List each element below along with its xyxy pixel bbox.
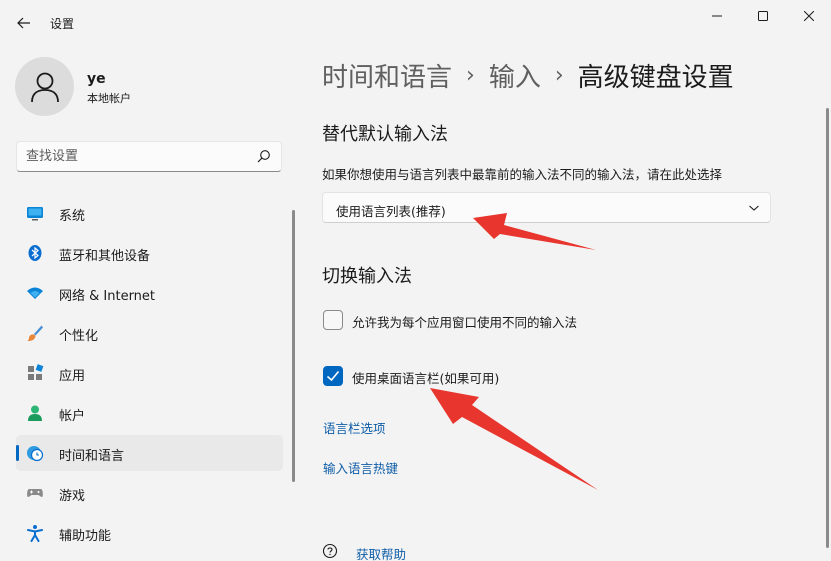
title-bar: 设置	[0, 0, 831, 46]
sidebar-item-label: 蓝牙和其他设备	[59, 249, 151, 264]
sidebar-item-time-language[interactable]: 时间和语言	[16, 435, 283, 471]
time-language-icon	[27, 446, 44, 462]
back-arrow-icon	[17, 17, 30, 29]
page-title: 高级键盘设置	[577, 63, 734, 93]
back-button[interactable]	[10, 10, 38, 36]
minimize-icon	[712, 15, 722, 17]
close-button[interactable]	[786, 0, 831, 32]
breadcrumb-separator: ›	[466, 63, 475, 88]
sidebar-item-label: 个性化	[59, 329, 99, 344]
account-type: 本地帐户	[87, 92, 131, 105]
sidebar-item-system[interactable]: 系统	[16, 195, 283, 231]
arrow-to-checkbox	[430, 388, 598, 490]
language-bar-options-link[interactable]: 语言栏选项	[323, 418, 386, 437]
breadcrumb-separator: ›	[554, 63, 564, 88]
sidebar-item-label: 游戏	[59, 489, 86, 504]
sidebar-item-label: 应用	[59, 369, 86, 384]
search-box	[16, 141, 282, 172]
close-icon	[804, 11, 814, 21]
dropdown-selected-value: 使用语言列表(推荐)	[336, 204, 446, 219]
sidebar-item-label: 系统	[59, 209, 86, 224]
per-app-input-label[interactable]: 允许我为每个应用窗口使用不同的输入法	[352, 312, 577, 331]
override-section-title: 替代默认输入法	[322, 124, 448, 145]
breadcrumb-input[interactable]: 输入	[489, 57, 541, 94]
accounts-icon	[28, 405, 42, 421]
override-description: 如果你想使用与语言列表中最靠前的输入法不同的输入法，请在此处选择	[322, 167, 723, 182]
user-name: ye	[87, 71, 106, 87]
input-method-dropdown[interactable]: 使用语言列表(推荐)	[322, 192, 771, 223]
accessibility-icon	[27, 525, 43, 542]
maximize-button[interactable]	[740, 0, 786, 32]
bluetooth-icon	[28, 245, 42, 261]
active-indicator	[16, 445, 19, 461]
avatar[interactable]	[15, 57, 74, 116]
search-input[interactable]	[17, 142, 247, 171]
minimize-button[interactable]	[694, 0, 740, 32]
sidebar-item-gaming[interactable]: 游戏	[16, 475, 283, 511]
switch-section-title: 切换输入法	[322, 266, 412, 287]
per-app-input-checkbox[interactable]	[323, 310, 343, 330]
sidebar-item-apps[interactable]: 应用	[16, 355, 283, 391]
sidebar-scrollbar[interactable]	[292, 210, 295, 482]
user-icon	[30, 72, 59, 102]
gaming-icon	[27, 489, 43, 497]
breadcrumb: 时间和语言 › 输入 › 高级键盘设置	[322, 57, 734, 94]
sidebar-item-label: 帐户	[59, 409, 86, 424]
chevron-down-icon	[749, 205, 759, 211]
desktop-language-bar-label[interactable]: 使用桌面语言栏(如果可用)	[352, 368, 499, 387]
checkmark-icon	[326, 370, 340, 382]
sidebar-item-label: 辅助功能	[59, 529, 112, 544]
maximize-icon	[758, 11, 768, 21]
sidebar-item-network[interactable]: 网络 & Internet	[16, 275, 283, 311]
sidebar-item-personalization[interactable]: 个性化	[16, 315, 283, 351]
system-icon	[27, 207, 43, 221]
sidebar-item-accounts[interactable]: 帐户	[16, 395, 283, 431]
search-icon[interactable]	[257, 149, 271, 163]
sidebar-item-label: 网络 & Internet	[59, 289, 156, 304]
apps-icon	[28, 364, 44, 380]
sidebar-item-label: 时间和语言	[59, 449, 125, 464]
breadcrumb-time-language[interactable]: 时间和语言	[322, 57, 452, 94]
help-icon	[322, 543, 338, 559]
sidebar-item-accessibility[interactable]: 辅助功能	[16, 515, 283, 551]
input-language-hotkeys-link[interactable]: 输入语言热键	[323, 458, 398, 477]
network-icon	[27, 287, 43, 299]
desktop-language-bar-checkbox[interactable]	[323, 366, 343, 386]
get-help-link[interactable]: 获取帮助	[356, 544, 406, 561]
sidebar-item-bluetooth[interactable]: 蓝牙和其他设备	[16, 235, 283, 271]
app-title: 设置	[50, 17, 75, 31]
personalization-icon	[27, 325, 43, 342]
main-scrollbar[interactable]	[826, 108, 829, 548]
